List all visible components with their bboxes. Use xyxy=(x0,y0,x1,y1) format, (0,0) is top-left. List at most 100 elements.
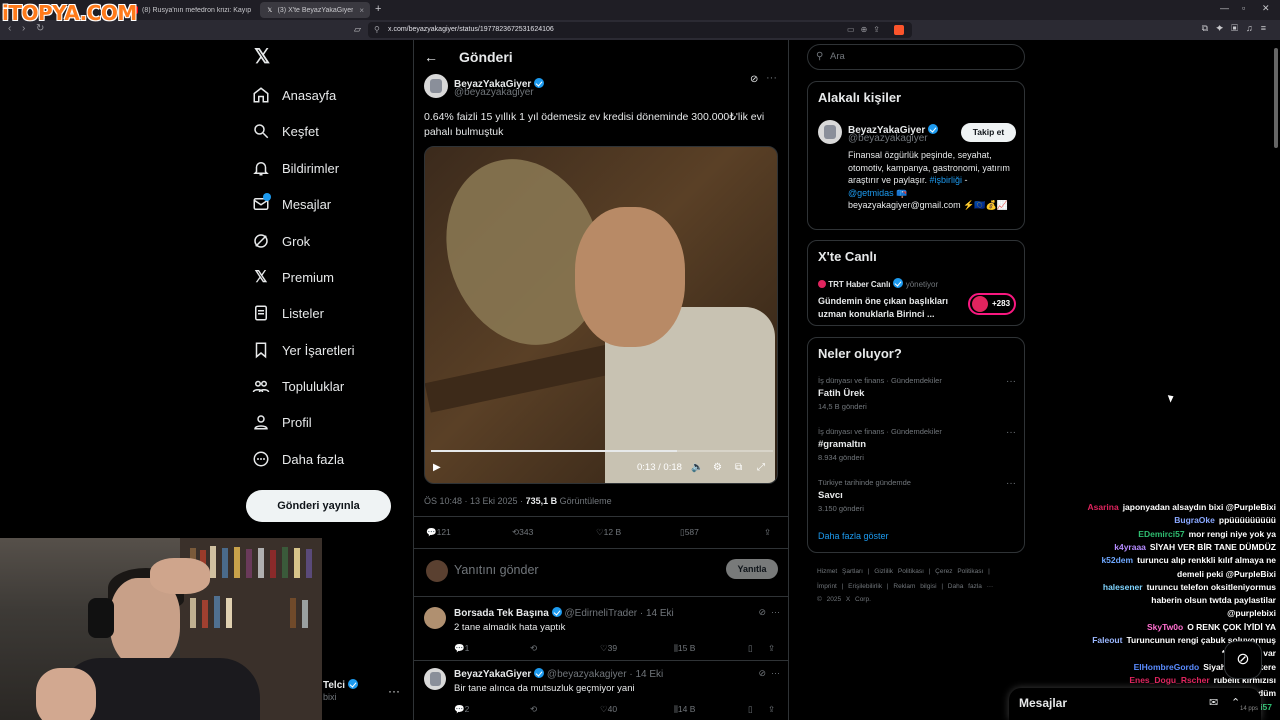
bookmark-action[interactable]: ▯ xyxy=(748,704,753,715)
nav-grok[interactable]: Grok xyxy=(252,230,310,252)
nav-messages[interactable]: Mesajlar xyxy=(252,193,331,215)
repost-action[interactable]: ⟲ xyxy=(530,704,537,715)
grok-icon[interactable]: ⊘ xyxy=(1224,641,1262,679)
live-listeners-badge[interactable]: +283 xyxy=(968,293,1016,315)
trend-item[interactable]: İş dünyası ve finans · Gündemdekiler Fat… xyxy=(818,376,1016,411)
footer-links[interactable]: Hizmet Şartları | Gizlilik Politikası | … xyxy=(817,568,990,575)
browser-tab-2[interactable]: 𝕏 (3) X'te BeyazYakaGiyer: "0.64%... × xyxy=(260,2,370,18)
show-more-link[interactable]: Daha fazla göster xyxy=(818,531,889,541)
chat-username[interactable]: SkyTw0o xyxy=(1147,622,1183,632)
share-icon[interactable]: ⇪ xyxy=(768,704,775,715)
scrollbar[interactable] xyxy=(1274,48,1278,148)
address-bar[interactable]: ⚲ x.com/beyazyakagiyer/status/1977823672… xyxy=(368,22,912,38)
avatar[interactable] xyxy=(424,607,446,629)
like-action[interactable]: ♡ 40 xyxy=(600,704,617,715)
more-icon[interactable]: ··· xyxy=(1006,376,1016,387)
browser-tab-1[interactable]: (8) Rusya'nın mefedron krizi: Kayıp g... xyxy=(124,2,260,18)
settings-icon[interactable]: ⚙ xyxy=(713,462,722,473)
bookmark-page-icon[interactable]: ▱ xyxy=(354,24,361,35)
repost-action[interactable]: ⟲ xyxy=(530,643,537,654)
views-action[interactable]: ⫼ 15 B xyxy=(674,643,695,654)
reply-input[interactable]: Yanıtını gönder xyxy=(454,563,539,577)
more-icon[interactable]: ··· xyxy=(771,607,780,617)
chat-username[interactable]: Asarina xyxy=(1088,502,1119,512)
reply-composer[interactable]: Yanıtını gönder Yanıtla xyxy=(424,556,780,588)
reply-action[interactable]: 💬 1 xyxy=(454,643,469,654)
fullscreen-icon[interactable]: ⤢ xyxy=(757,462,765,473)
hashtag-link[interactable]: #işbirliği xyxy=(930,175,963,185)
nav-lists[interactable]: Listeler xyxy=(252,302,324,324)
follow-button[interactable]: Takip et xyxy=(961,123,1016,142)
chat-username[interactable]: halesener xyxy=(1103,582,1143,592)
nav-premium[interactable]: 𝕏 Premium xyxy=(252,266,334,288)
live-host[interactable]: TRT Haber Canlı yönetiyor xyxy=(818,278,938,289)
grok-icon[interactable]: ⊘ xyxy=(758,607,766,618)
video-player[interactable]: ▶ 0:13 / 0:18 🔈 ⚙ ⧉ ⤢ xyxy=(424,146,778,484)
chat-username[interactable]: Enes_Dogu_Rscher xyxy=(1129,675,1209,685)
more-icon[interactable]: ··· xyxy=(1006,478,1016,489)
trend-item[interactable]: İş dünyası ve finans · Gündemdekiler #gr… xyxy=(818,427,1016,462)
maximize-icon[interactable]: ▫ xyxy=(1242,3,1245,13)
reply-item[interactable]: BeyazYakaGiyer @beyazyakagiyer · 14 Eki … xyxy=(424,668,780,720)
brave-shield-icon[interactable] xyxy=(894,25,904,35)
address-actions[interactable]: ▭⊕⇪ xyxy=(847,22,886,38)
repost-action[interactable]: ⟲ 343 xyxy=(512,527,533,538)
expand-icon[interactable]: ⌃ xyxy=(1231,696,1240,709)
site-info-icon[interactable]: ⚲ xyxy=(374,22,380,38)
back-arrow-icon[interactable]: ← xyxy=(424,49,438,65)
like-action[interactable]: ♡ 12 B xyxy=(596,527,621,538)
chat-message: Asarina japonyadan alsaydın bixi @PurpleB… xyxy=(1088,502,1277,512)
close-tab-icon[interactable]: × xyxy=(359,6,364,15)
chat-username[interactable]: ElHombreGordo xyxy=(1134,662,1200,672)
volume-icon[interactable]: 🔈 xyxy=(691,462,703,473)
more-icon[interactable]: ··· xyxy=(1006,427,1016,438)
like-action[interactable]: ♡ 39 xyxy=(600,643,617,654)
play-icon[interactable]: ▶ xyxy=(433,462,441,473)
close-window-icon[interactable]: ✕ xyxy=(1262,3,1270,14)
bookmark-action[interactable]: ▯ xyxy=(748,643,753,654)
messages-drawer[interactable]: Mesajlar ✉ ⌃ xyxy=(1009,688,1261,720)
account-name[interactable]: Telci xyxy=(323,679,359,691)
nav-profile[interactable]: Profil xyxy=(252,411,312,433)
reply-button[interactable]: Yanıtla xyxy=(726,559,778,579)
chat-username[interactable]: Faleout xyxy=(1092,635,1122,645)
new-message-icon[interactable]: ✉ xyxy=(1209,696,1218,709)
avatar[interactable] xyxy=(424,74,448,98)
chat-username[interactable]: k52dem xyxy=(1101,555,1133,565)
live-description[interactable]: Gündemin öne çıkan başlıkları uzman konu… xyxy=(818,295,968,320)
more-icon[interactable]: ··· xyxy=(766,72,777,84)
reply-item[interactable]: Borsada Tek Başına @EdirneliTrader · 14 … xyxy=(424,607,780,665)
search-input[interactable]: ⚲ Ara xyxy=(807,44,1025,70)
footer-links[interactable]: İmprint | Erişilebilirlik | Reklam bilgi… xyxy=(817,583,993,590)
bookmark-action[interactable]: ▯ 587 xyxy=(680,527,699,538)
chat-username[interactable]: EDemirci57 xyxy=(1138,529,1184,539)
reply-action[interactable]: 💬 2 xyxy=(454,704,469,715)
nav-more[interactable]: Daha fazla xyxy=(252,448,344,470)
share-icon[interactable]: ⇪ xyxy=(764,527,771,538)
post-button[interactable]: Gönderi yayınla xyxy=(246,490,391,522)
chat-username[interactable]: k4yraaa xyxy=(1114,542,1146,552)
avatar[interactable] xyxy=(818,120,842,144)
x-logo-icon[interactable]: 𝕏 xyxy=(254,47,272,67)
reply-action[interactable]: 💬 121 xyxy=(426,527,451,538)
grok-icon[interactable]: ⊘ xyxy=(758,668,766,679)
views-action[interactable]: ⫼ 14 B xyxy=(674,704,695,715)
x-icon: 𝕏 xyxy=(254,269,268,286)
nav-home[interactable]: Anasayfa xyxy=(252,84,336,106)
pip-icon[interactable]: ⧉ xyxy=(735,462,742,473)
share-icon[interactable]: ⇪ xyxy=(768,643,775,654)
nav-communities[interactable]: Topluluklar xyxy=(252,375,344,397)
toolbar-extensions[interactable]: ⧉✦▣♫≡ xyxy=(1202,23,1274,34)
new-tab-button[interactable]: + xyxy=(375,3,381,15)
trend-item[interactable]: Türkiye tarihinde gündemde Savcı 3.150 g… xyxy=(818,478,1016,513)
minimize-icon[interactable]: — xyxy=(1220,3,1229,13)
account-menu-icon[interactable]: ··· xyxy=(388,684,400,698)
grok-icon[interactable]: ⊘ xyxy=(750,74,758,85)
nav-bookmarks[interactable]: Yer İşaretleri xyxy=(252,339,355,361)
more-icon[interactable]: ··· xyxy=(771,668,780,678)
nav-explore[interactable]: Keşfet xyxy=(252,120,319,142)
avatar[interactable] xyxy=(424,668,446,690)
chat-username[interactable]: BugraOke xyxy=(1174,515,1215,525)
mention-link[interactable]: @getmidas xyxy=(848,188,894,198)
nav-notifications[interactable]: Bildirimler xyxy=(252,157,339,179)
